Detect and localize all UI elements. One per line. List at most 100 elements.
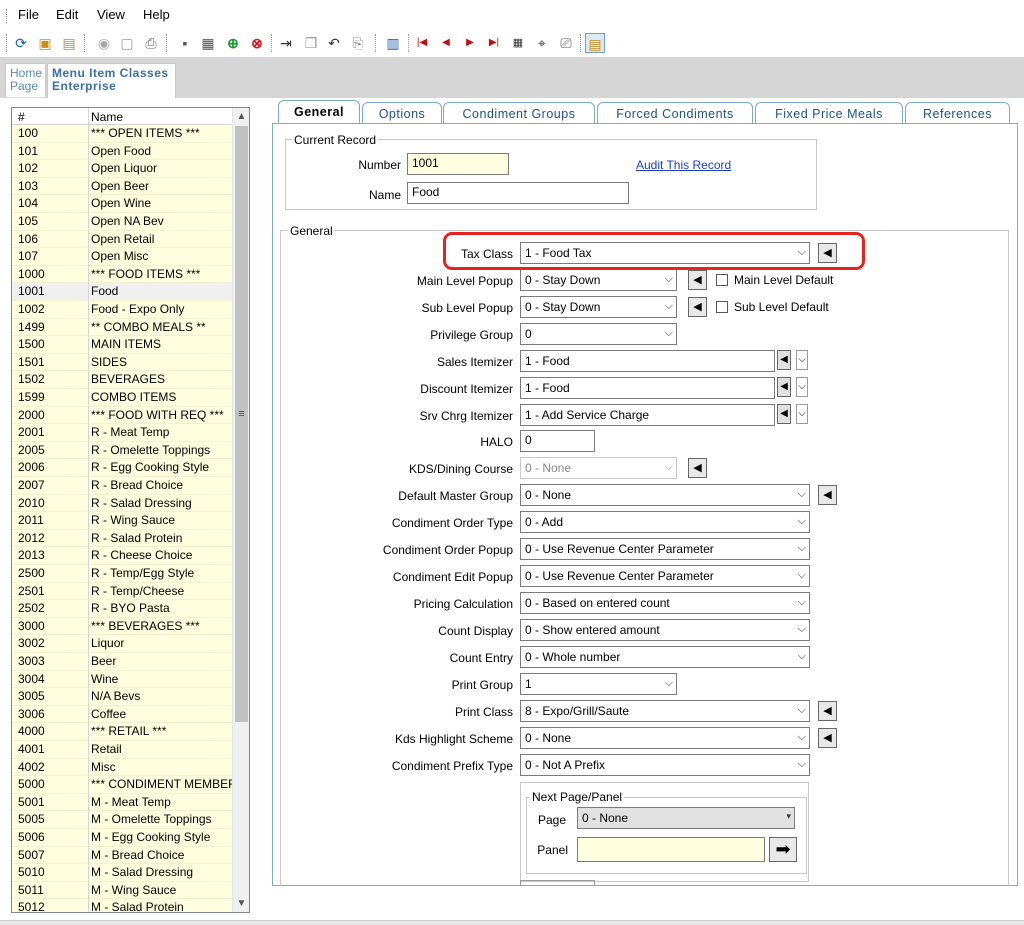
table-row[interactable]: 5007 M - Bread Choice — [12, 846, 232, 865]
table-row[interactable]: 100 *** OPEN ITEMS *** — [12, 125, 232, 143]
table-row[interactable]: 4001 Retail — [12, 741, 232, 759]
save-all-icon[interactable]: ▦ — [198, 33, 218, 53]
table-row[interactable]: 4000 *** RETAIL *** — [12, 723, 232, 741]
condiment-prefix-type-select[interactable]: 0 - Not A Prefix ⌵ — [520, 754, 810, 776]
arrow-left-icon[interactable]: ◀ — [688, 297, 707, 317]
insert-icon[interactable]: ⇥ — [276, 33, 296, 53]
find-icon[interactable]: ⎚ — [556, 33, 576, 53]
table-row[interactable]: 3002 Liquor — [12, 635, 232, 653]
srv-chrg-itemizer-select[interactable]: 1 - Add Service Charge — [520, 404, 775, 426]
table-row[interactable]: 5006 M - Egg Cooking Style — [12, 829, 232, 847]
privilege-group-select[interactable]: 0 ⌵ — [520, 323, 677, 345]
condiment-edit-popup-select[interactable]: 0 - Use Revenue Center Parameter ⌵ — [520, 565, 810, 587]
panel-field[interactable] — [577, 837, 765, 862]
scroll-thumb[interactable] — [235, 126, 248, 722]
number-field[interactable]: 1001 — [407, 153, 509, 175]
arrow-left-icon[interactable]: ◀ — [688, 270, 707, 290]
arrow-right-icon[interactable]: ➡ — [769, 837, 797, 862]
table-row[interactable]: 1002 Food - Expo Only — [12, 301, 232, 319]
table-row[interactable]: 5010 M - Salad Dressing — [12, 864, 232, 882]
table-row[interactable]: 103 Open Beer — [12, 177, 232, 196]
table-view-icon[interactable]: ▤ — [585, 33, 605, 53]
scroll-up-icon[interactable]: ▲ — [233, 108, 249, 125]
menu-file[interactable]: File — [18, 7, 39, 22]
menu-edit[interactable]: Edit — [56, 7, 78, 22]
print-icon[interactable]: ⎙ — [141, 33, 161, 53]
default-master-group-select[interactable]: 0 - None ⌵ — [520, 484, 810, 506]
menu-view[interactable]: View — [97, 7, 125, 22]
refresh-icon[interactable]: ⟳ — [11, 33, 31, 53]
chevron-down-icon[interactable]: ⌵ — [796, 350, 808, 370]
table-row[interactable]: 2501 R - Temp/Cheese — [12, 582, 232, 601]
circle-icon[interactable]: ◉ — [94, 33, 114, 53]
table-row[interactable]: 2005 R - Omelette Toppings — [12, 441, 232, 460]
table-row[interactable]: 2000 *** FOOD WITH REQ *** — [12, 406, 232, 425]
binoculars-icon[interactable]: ⌖ — [532, 33, 552, 53]
table-row[interactable]: 3003 Beer — [12, 653, 232, 671]
condiment-order-popup-select[interactable]: 0 - Use Revenue Center Parameter ⌵ — [520, 538, 810, 560]
tab-general[interactable]: General — [278, 100, 360, 124]
tab-menu-item-classes[interactable]: Menu Item Classes Enterprise — [47, 63, 176, 98]
grid-scrollbar[interactable]: ▲ ≡ ▼ — [232, 108, 249, 912]
table-row[interactable]: 2013 R - Cheese Choice — [12, 547, 232, 565]
table-row[interactable]: 3000 *** BEVERAGES *** — [12, 617, 232, 636]
tab-options[interactable]: Options — [362, 102, 442, 124]
delete-icon[interactable]: ⊗ — [247, 33, 267, 53]
name-field[interactable]: Food — [407, 182, 629, 204]
pricing-calculation-select[interactable]: 0 - Based on entered count ⌵ — [520, 592, 810, 614]
table-row[interactable]: 2001 R - Meat Temp — [12, 424, 232, 442]
last-icon[interactable]: ▶| — [484, 33, 504, 53]
table-row[interactable]: 105 Open NA Bev — [12, 213, 232, 231]
table-row[interactable]: 2007 R - Bread Choice — [12, 477, 232, 495]
arrow-left-icon[interactable]: ◀ — [818, 485, 837, 505]
table-row[interactable]: 3006 Coffee — [12, 705, 232, 724]
tab-fixed-price-meals[interactable]: Fixed Price Meals — [755, 102, 903, 124]
count-entry-select[interactable]: 0 - Whole number ⌵ — [520, 646, 810, 668]
first-icon[interactable]: |◀ — [412, 33, 432, 53]
save-icon[interactable]: ▪ — [175, 33, 195, 53]
sub-level-popup-select[interactable]: 0 - Stay Down ⌵ — [520, 296, 677, 318]
sales-itemizer-select[interactable]: 1 - Food — [520, 350, 775, 372]
count-display-select[interactable]: 0 - Show entered amount ⌵ — [520, 619, 810, 641]
add-icon[interactable]: ⊕ — [223, 33, 243, 53]
menu-help[interactable]: Help — [143, 7, 170, 22]
sub-level-default-checkbox[interactable] — [716, 301, 728, 313]
audit-record-link[interactable]: Audit This Record — [636, 158, 731, 172]
arrow-left-icon[interactable]: ◀ — [777, 377, 791, 397]
table-row[interactable]: 1000 *** FOOD ITEMS *** — [12, 265, 232, 284]
arrow-left-icon[interactable]: ◀ — [777, 350, 791, 370]
arrow-left-icon[interactable]: ◀ — [818, 701, 837, 721]
table-row[interactable]: 5005 M - Omelette Toppings — [12, 811, 232, 829]
table-row[interactable]: 2011 R - Wing Sauce — [12, 512, 232, 530]
column-header-name[interactable]: Name — [91, 110, 123, 124]
table-row[interactable]: 2500 R - Temp/Egg Style — [12, 565, 232, 583]
table-row[interactable]: 2010 R - Salad Dressing — [12, 494, 232, 513]
table-row[interactable]: 2006 R - Egg Cooking Style — [12, 459, 232, 477]
condiment-order-type-select[interactable]: 0 - Add ⌵ — [520, 511, 810, 533]
scroll-down-icon[interactable]: ▼ — [233, 895, 249, 912]
table-row[interactable]: 1499 ** COMBO MEALS ** — [12, 318, 232, 337]
table-row[interactable]: 1501 SIDES — [12, 353, 232, 372]
next-icon[interactable]: ▶ — [460, 33, 480, 53]
halo-field[interactable]: 0 — [520, 430, 595, 452]
tab-references[interactable]: References — [905, 102, 1010, 124]
tab-home-page[interactable]: Home Page — [5, 63, 46, 97]
table-row[interactable]: 1599 COMBO ITEMS — [12, 389, 232, 407]
new-record-icon[interactable]: ▣ — [35, 33, 55, 53]
paste-icon[interactable]: ⎘ — [348, 33, 368, 53]
kds-highlight-scheme-select[interactable]: 0 - None ⌵ — [520, 727, 810, 749]
table-row[interactable]: 3004 Wine — [12, 670, 232, 689]
arrow-left-icon[interactable]: ◀ — [688, 458, 707, 478]
table-row[interactable]: 101 Open Food — [12, 142, 232, 161]
discount-itemizer-select[interactable]: 1 - Food — [520, 377, 775, 399]
table-row[interactable]: 106 Open Retail — [12, 230, 232, 249]
table-row[interactable]: 5012 M - Salad Protein — [12, 899, 232, 912]
chevron-down-icon[interactable]: ⌵ — [796, 377, 808, 397]
tab-forced-condiments[interactable]: Forced Condiments — [597, 102, 753, 124]
table-row[interactable]: 102 Open Liquor — [12, 160, 232, 178]
column-header-number[interactable]: # — [18, 110, 25, 124]
table-row[interactable]: 3005 N/A Bevs — [12, 688, 232, 706]
new-copy-icon[interactable]: ▤ — [59, 33, 79, 53]
table-row[interactable]: 5001 M - Meat Temp — [12, 793, 232, 812]
table-row[interactable]: 1502 BEVERAGES — [12, 371, 232, 389]
